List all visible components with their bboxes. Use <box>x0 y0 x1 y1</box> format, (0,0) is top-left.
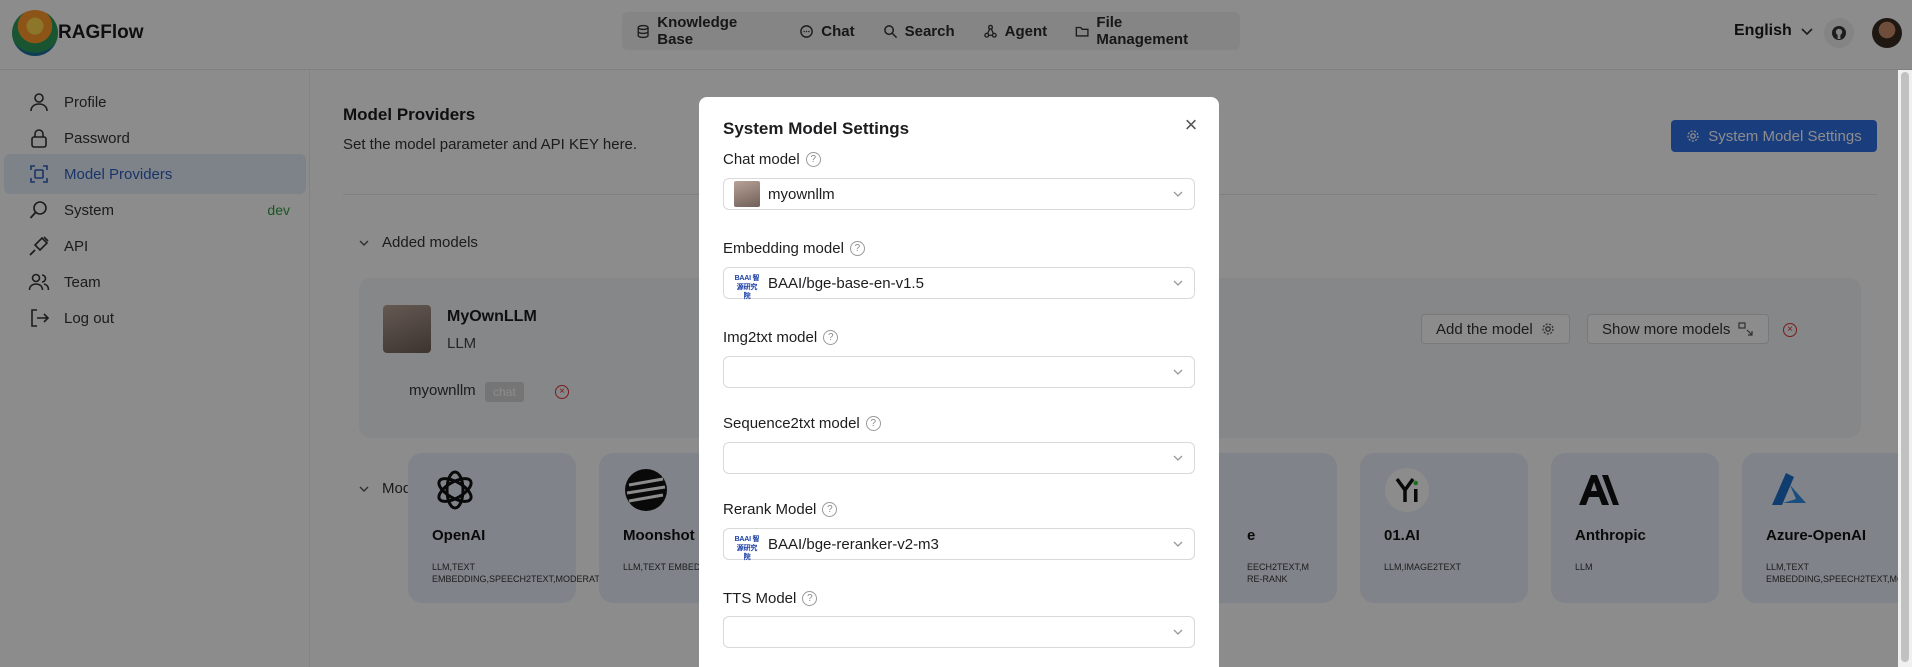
select-value: BAAI/bge-base-en-v1.5 <box>768 274 924 292</box>
scrollbar-thumb[interactable] <box>1901 72 1909 662</box>
help-icon[interactable]: ? <box>805 152 821 167</box>
close-icon[interactable]: × <box>1181 114 1201 136</box>
field-label-text: Embedding model <box>723 240 844 257</box>
embedding-model-label: Embedding model ? <box>723 240 865 257</box>
rerank-model-select[interactable]: BAAI 智源研究院 BAAI/bge-reranker-v2-m3 <box>723 528 1195 561</box>
model-avatar <box>734 181 760 207</box>
img2txt-model-label: Img2txt model ? <box>723 329 839 346</box>
system-model-settings-modal: System Model Settings × Chat model ? myo… <box>699 97 1219 667</box>
chevron-down-icon <box>1173 369 1183 375</box>
chevron-down-icon <box>1173 629 1183 635</box>
img2txt-model-select[interactable] <box>723 356 1195 388</box>
chevron-down-icon <box>1173 541 1183 547</box>
sequence2txt-model-label: Sequence2txt model ? <box>723 415 881 432</box>
chat-model-label: Chat model ? <box>723 151 821 168</box>
help-icon[interactable]: ? <box>822 502 838 517</box>
field-label-text: Chat model <box>723 151 800 168</box>
embedding-model-select[interactable]: BAAI 智源研究院 BAAI/bge-base-en-v1.5 <box>723 267 1195 300</box>
field-label-text: Sequence2txt model <box>723 415 860 432</box>
field-label-text: Img2txt model <box>723 329 818 346</box>
tts-model-select[interactable] <box>723 616 1195 648</box>
help-icon[interactable]: ? <box>802 591 818 606</box>
chevron-down-icon <box>1173 191 1183 197</box>
help-icon[interactable]: ? <box>849 241 865 256</box>
field-label-text: TTS Model <box>723 590 797 607</box>
help-icon[interactable]: ? <box>823 330 839 345</box>
rerank-model-label: Rerank Model ? <box>723 501 838 518</box>
help-icon[interactable]: ? <box>865 416 881 431</box>
modal-title: System Model Settings <box>723 119 910 138</box>
field-label-text: Rerank Model <box>723 501 817 518</box>
baai-logo: BAAI 智源研究院 <box>734 536 760 561</box>
chat-model-select[interactable]: myownllm <box>723 178 1195 210</box>
tts-model-label: TTS Model ? <box>723 590 818 607</box>
sequence2txt-model-select[interactable] <box>723 442 1195 474</box>
chevron-down-icon <box>1173 455 1183 461</box>
select-value: myownllm <box>768 185 835 203</box>
chevron-down-icon <box>1173 280 1183 286</box>
baai-logo: BAAI 智源研究院 <box>734 275 760 300</box>
select-value: BAAI/bge-reranker-v2-m3 <box>768 535 939 553</box>
